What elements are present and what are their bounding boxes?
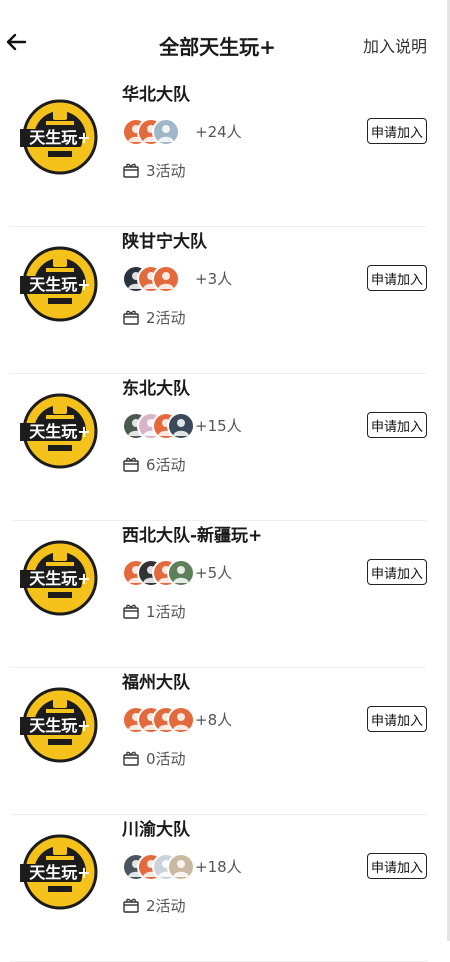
svg-text:天生玩+: 天生玩+ (29, 716, 90, 735)
avatar (152, 118, 180, 146)
activity-count: 3活动 (146, 162, 186, 180)
apply-join-button[interactable]: 申请加入 (367, 559, 427, 585)
team-name: 西北大队-新疆玩+ (122, 526, 263, 546)
team-list: 天生玩+ 华北大队 +24人 3活动 申请加入 天生玩+ 陕甘宁大队 +3人 2… (0, 80, 447, 962)
activity-count: 6活动 (146, 456, 186, 474)
gift-icon (122, 161, 140, 179)
team-name: 陕甘宁大队 (122, 232, 207, 252)
team-name: 川渝大队 (122, 820, 190, 840)
activity-count: 0活动 (146, 750, 186, 768)
svg-text:天生玩+: 天生玩+ (29, 863, 90, 882)
activity-count: 2活动 (146, 897, 186, 915)
top-bar: 全部天生玩+ 加入说明 (0, 0, 447, 80)
apply-join-button[interactable]: 申请加入 (367, 853, 427, 879)
member-count: +3人 (195, 270, 233, 288)
team-list-item[interactable]: 天生玩+ 福州大队 +8人 0活动 申请加入 (0, 668, 447, 815)
apply-join-button[interactable]: 申请加入 (367, 118, 427, 144)
avatar (167, 412, 195, 440)
join-help-link[interactable]: 加入说明 (363, 33, 427, 57)
svg-text:天生玩+: 天生玩+ (29, 422, 90, 441)
svg-text:天生玩+: 天生玩+ (29, 569, 90, 588)
activity-count: 1活动 (146, 603, 186, 621)
avatar (167, 853, 195, 881)
team-logo: 天生玩+ (20, 538, 100, 618)
team-logo: 天生玩+ (20, 685, 100, 765)
member-count: +15人 (195, 417, 242, 435)
svg-text:天生玩+: 天生玩+ (29, 275, 90, 294)
team-list-item[interactable]: 天生玩+ 川渝大队 +18人 2活动 申请加入 (0, 815, 447, 962)
avatar (167, 559, 195, 587)
apply-join-button[interactable]: 申请加入 (367, 412, 427, 438)
team-logo: 天生玩+ (20, 832, 100, 912)
team-list-item[interactable]: 天生玩+ 东北大队 +15人 6活动 申请加入 (0, 374, 447, 521)
member-count: +5人 (195, 564, 233, 582)
activity-count: 2活动 (146, 309, 186, 327)
team-logo: 天生玩+ (20, 97, 100, 177)
avatar (152, 265, 180, 293)
team-name: 福州大队 (122, 673, 190, 693)
apply-join-button[interactable]: 申请加入 (367, 265, 427, 291)
member-count: +8人 (195, 711, 233, 729)
team-list-item[interactable]: 天生玩+ 华北大队 +24人 3活动 申请加入 (0, 80, 447, 227)
member-count: +24人 (195, 123, 242, 141)
team-logo: 天生玩+ (20, 244, 100, 324)
apply-join-button[interactable]: 申请加入 (367, 706, 427, 732)
avatar (167, 706, 195, 734)
gift-icon (122, 896, 140, 914)
gift-icon (122, 749, 140, 767)
gift-icon (122, 455, 140, 473)
gift-icon (122, 308, 140, 326)
team-logo: 天生玩+ (20, 391, 100, 471)
team-name: 华北大队 (122, 85, 190, 105)
team-list-item[interactable]: 天生玩+ 陕甘宁大队 +3人 2活动 申请加入 (0, 227, 447, 374)
member-count: +18人 (195, 858, 242, 876)
team-name: 东北大队 (122, 379, 190, 399)
team-list-item[interactable]: 天生玩+ 西北大队-新疆玩+ +5人 1活动 申请加入 (0, 521, 447, 668)
gift-icon (122, 602, 140, 620)
svg-text:天生玩+: 天生玩+ (29, 128, 90, 147)
